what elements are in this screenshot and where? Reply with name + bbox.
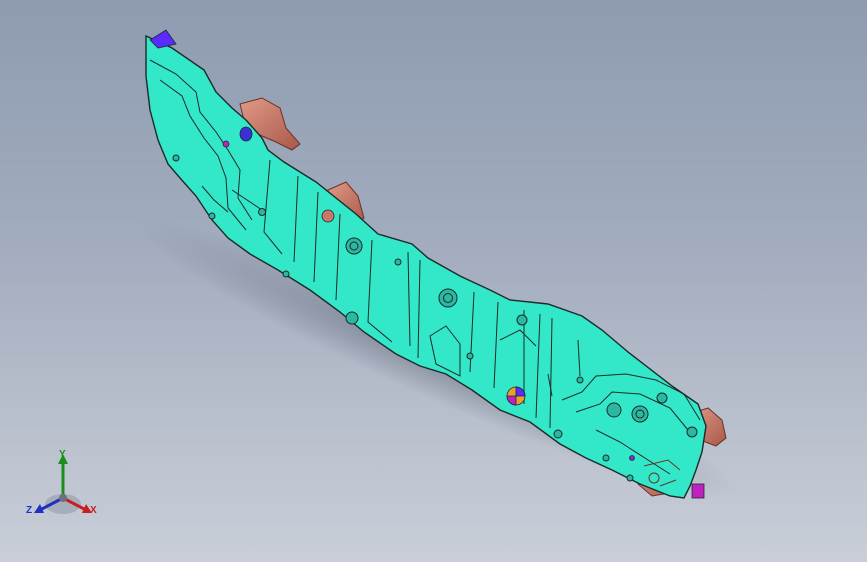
3d-viewport[interactable]: Y X Z — [0, 0, 867, 562]
triad-x-label: X — [90, 505, 97, 516]
orientation-triad[interactable]: Y X Z — [22, 446, 106, 524]
marker-small-purple — [629, 455, 635, 461]
triad-y-label: Y — [59, 449, 66, 460]
cad-model-view[interactable] — [0, 0, 867, 562]
marker-magenta-dot — [222, 140, 230, 148]
marker-multicolor-hole — [506, 386, 526, 406]
marker-blue-hole — [239, 126, 253, 142]
marker-end-block — [691, 483, 705, 499]
marker-rear-hole — [321, 209, 335, 223]
triad-z-label: Z — [26, 505, 33, 516]
